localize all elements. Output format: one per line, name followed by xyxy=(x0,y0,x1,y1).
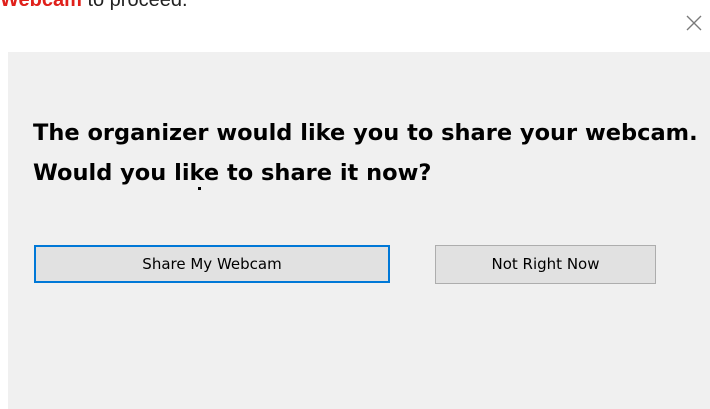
share-webcam-button[interactable]: Share My Webcam xyxy=(34,245,390,283)
close-button[interactable] xyxy=(682,10,706,34)
background-instruction-text: Webcam to proceed. xyxy=(0,0,188,12)
proceed-text: to proceed. xyxy=(81,0,188,11)
webcam-share-page: Webcam to proceed. The organizer would l… xyxy=(0,0,710,409)
not-right-now-button[interactable]: Not Right Now xyxy=(435,245,656,284)
dialog-message: The organizer would like you to share yo… xyxy=(33,120,698,186)
mouse-cursor xyxy=(198,187,201,190)
close-x-icon xyxy=(686,15,702,31)
share-webcam-dialog: The organizer would like you to share yo… xyxy=(8,52,710,409)
webcam-link[interactable]: Webcam xyxy=(0,0,82,11)
